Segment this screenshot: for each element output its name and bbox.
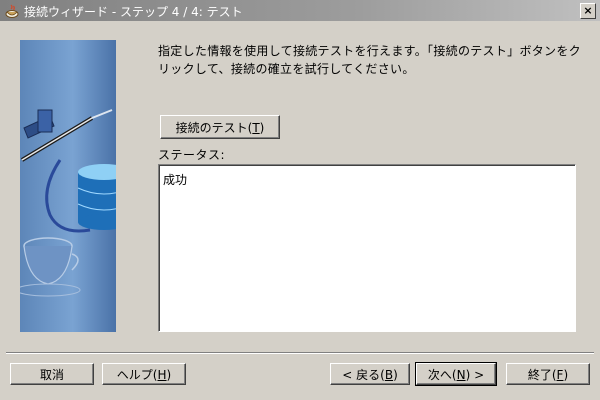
java-cup-icon xyxy=(5,4,19,18)
database-connection-illustration xyxy=(20,40,116,332)
footer-separator xyxy=(6,352,594,354)
test-connection-mnemonic: T xyxy=(252,121,260,135)
status-textarea[interactable]: 成功 xyxy=(158,164,576,332)
back-prefix: < xyxy=(342,368,357,382)
finish-mnemonic: F xyxy=(556,368,564,382)
title-bar: 接続ウィザード - ステップ 4 / 4: テスト × xyxy=(0,0,600,21)
test-connection-button[interactable]: 接続のテスト(T) xyxy=(160,115,280,139)
test-connection-label: 接続のテスト xyxy=(175,121,248,135)
window-title: 接続ウィザード - ステップ 4 / 4: テスト xyxy=(24,5,243,19)
help-button[interactable]: ヘルプ(H) xyxy=(102,363,186,385)
next-mnemonic: N xyxy=(456,368,466,382)
finish-label: 終了 xyxy=(527,368,552,382)
instructions-text: 指定した情報を使用して接続テストを行えます。「接続のテスト」ボタンをクリックして… xyxy=(158,44,581,76)
help-mnemonic: H xyxy=(157,368,167,382)
illustration-art xyxy=(20,109,116,297)
finish-button[interactable]: 終了(F) xyxy=(506,363,590,385)
back-button[interactable]: < 戻る(B) xyxy=(330,363,410,385)
cancel-label: 取消 xyxy=(39,368,64,382)
next-label: 次へ xyxy=(427,368,452,382)
status-label: ステータス: xyxy=(158,148,226,162)
back-mnemonic: B xyxy=(384,368,394,382)
close-icon: × xyxy=(583,4,593,17)
next-button[interactable]: 次へ(N) > xyxy=(415,362,497,386)
help-label: ヘルプ xyxy=(116,368,153,382)
close-button[interactable]: × xyxy=(580,3,596,19)
back-label: 戻る xyxy=(356,368,381,382)
next-suffix: > xyxy=(470,368,485,382)
cancel-button[interactable]: 取消 xyxy=(10,363,94,385)
status-value: 成功 xyxy=(163,173,188,187)
